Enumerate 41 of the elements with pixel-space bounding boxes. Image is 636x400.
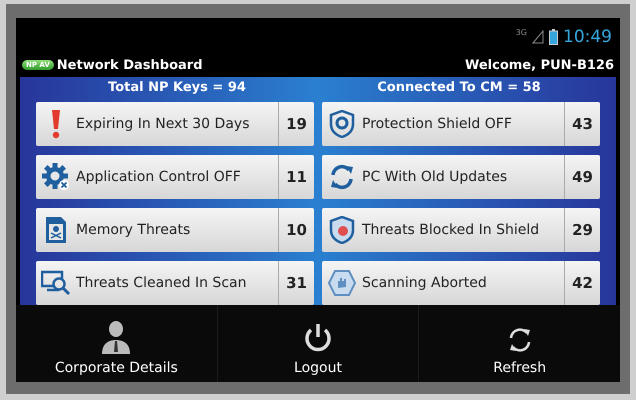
tile-label: Memory Threats [76,222,190,238]
dashboard-tile[interactable]: PC With Old Updates 49 [322,155,600,199]
tile-label: Application Control OFF [76,169,241,185]
tile-count: 10 [278,208,314,252]
menu-item[interactable]: Refresh [419,305,620,382]
gear-icon [42,163,70,191]
shield-icon [329,110,355,138]
refresh-icon [328,164,356,190]
welcome-text: Welcome, PUN-B126 [464,58,614,72]
tile-label: Expiring In Next 30 Days [76,116,250,132]
network-type: 3G [516,28,527,37]
tile-label: Threats Cleaned In Scan [76,275,246,291]
dashboard-tile[interactable]: Expiring In Next 30 Days 19 [36,102,314,146]
tile-count: 43 [564,102,600,146]
clock: 10:49 [563,26,612,46]
menu-item[interactable]: Corporate Details [16,305,218,382]
menu-item[interactable]: Logout [218,305,420,382]
tile-count: 49 [564,155,600,199]
dashboard-tile[interactable]: Threats Blocked In Shield 29 [322,208,600,252]
tile-count: 11 [278,155,314,199]
tile-label: Threats Blocked In Shield [362,222,540,238]
dashboard-tile[interactable]: Threats Cleaned In Scan 31 [36,261,314,305]
memory-card-icon [45,216,67,244]
tile-label: Scanning Aborted [362,275,487,291]
connected-text: Connected To CM = 58 [376,80,542,95]
dashboard-tile[interactable]: Scanning Aborted 42 [322,261,600,305]
signal-icon [532,30,544,44]
tile-count: 19 [278,102,314,146]
total-keys-text: Total NP Keys = 94 [107,80,247,95]
battery-icon [549,28,558,44]
monitor-search-icon [41,270,71,296]
shield-icon [329,216,355,244]
app-title: Network Dashboard [56,58,204,72]
exclamation-icon [49,109,63,139]
dashboard-tile[interactable]: Protection Shield OFF 43 [322,102,600,146]
person-icon [100,320,132,354]
dashboard-tile[interactable]: Memory Threats 10 [36,208,314,252]
tile-label: PC With Old Updates [362,169,508,185]
tile-count: 29 [564,208,600,252]
dashboard-tile[interactable]: Application Control OFF 11 [36,155,314,199]
tile-label: Protection Shield OFF [362,116,512,132]
